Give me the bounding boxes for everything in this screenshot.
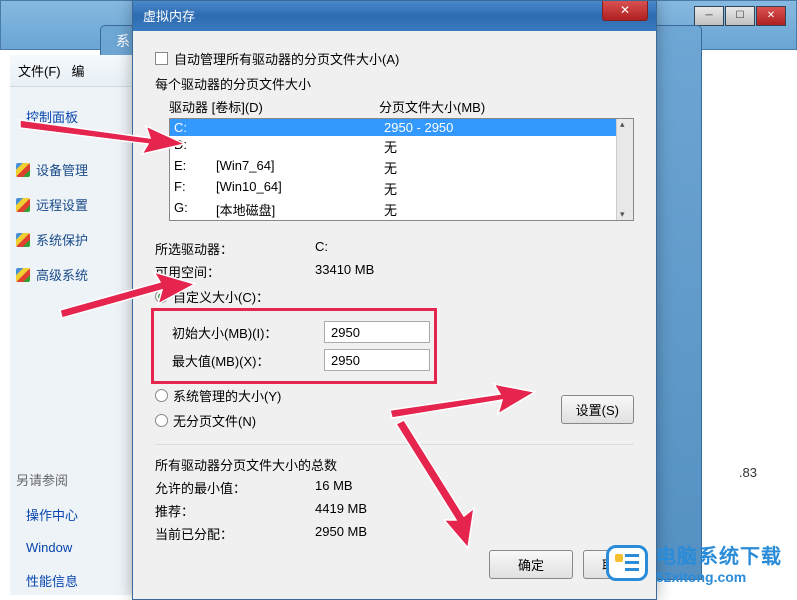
drive-column-header: 驱动器 [卷标](D) — [169, 97, 379, 116]
version-text: .83 — [739, 465, 757, 480]
dialog-title: 虚拟内存 — [143, 9, 195, 24]
edit-menu[interactable]: 编 — [71, 64, 84, 79]
min-allowed-label: 允许的最小值： — [155, 478, 315, 497]
right-panel: .83 — [707, 80, 787, 510]
sidebar-advanced[interactable]: 高级系统 — [10, 257, 144, 292]
minimize-button[interactable]: ─ — [694, 6, 724, 26]
system-window-title: 系 — [116, 31, 130, 51]
free-space-label: 可用空间： — [155, 262, 315, 281]
selected-drive-label: 所选驱动器： — [155, 239, 315, 258]
recommended-value: 4419 MB — [315, 501, 367, 520]
see-also-label: 另请参阅 — [10, 462, 144, 497]
free-space-value: 33410 MB — [315, 262, 374, 281]
watermark-cn: 电脑系统下载 — [656, 540, 782, 569]
set-button[interactable]: 设置(S) — [561, 395, 634, 424]
min-allowed-value: 16 MB — [315, 478, 353, 497]
max-size-label: 最大值(MB)(X)： — [172, 351, 324, 370]
sidebar-action-center[interactable]: 操作中心 — [10, 497, 144, 532]
shield-icon — [16, 163, 30, 177]
sidebar-remote[interactable]: 远程设置 — [10, 187, 144, 222]
sidebar-windows[interactable]: Window — [10, 532, 144, 563]
pagesize-column-header: 分页文件大小(MB) — [379, 97, 485, 116]
maximize-button[interactable]: ☐ — [725, 6, 755, 26]
totals-header: 所有驱动器分页文件大小的总数 — [155, 455, 634, 474]
system-managed-label: 系统管理的大小(Y) — [173, 386, 281, 405]
auto-manage-checkbox[interactable] — [155, 52, 168, 65]
drive-row-f[interactable]: F:[Win10_64]无 — [170, 178, 616, 199]
current-value: 2950 MB — [315, 524, 367, 543]
current-label: 当前已分配： — [155, 524, 315, 543]
far-window-controls: ─ ☐ ✕ — [694, 6, 786, 26]
sidebar-perf-info[interactable]: 性能信息 — [10, 563, 144, 598]
sidebar-device-manager[interactable]: 设备管理 — [10, 152, 144, 187]
close-icon[interactable]: ✕ — [602, 1, 648, 21]
left-sidebar: 文件(F) 编 控制面板 设备管理 远程设置 系统保护 高级系统 另请参阅 操作… — [10, 55, 145, 595]
virtual-memory-dialog: 虚拟内存 ✕ 自动管理所有驱动器的分页文件大小(A) 每个驱动器的分页文件大小 … — [132, 0, 657, 600]
initial-size-input[interactable] — [324, 321, 430, 343]
watermark: 电脑系统下载 52xitong.com — [606, 540, 782, 585]
custom-size-radio[interactable] — [155, 290, 168, 303]
per-drive-label: 每个驱动器的分页文件大小 — [155, 74, 634, 93]
drive-row-c[interactable]: C:2950 - 2950 — [170, 119, 616, 136]
sidebar-protection[interactable]: 系统保护 — [10, 222, 144, 257]
no-paging-radio[interactable] — [155, 414, 168, 427]
selected-drive-value: C: — [315, 239, 328, 258]
close-button[interactable]: ✕ — [756, 6, 786, 26]
drive-list[interactable]: C:2950 - 2950 D:无 E:[Win7_64]无 F:[Win10_… — [169, 118, 634, 221]
max-size-input[interactable] — [324, 349, 430, 371]
initial-size-label: 初始大小(MB)(I)： — [172, 323, 324, 342]
recommended-label: 推荐： — [155, 501, 315, 520]
drive-row-g[interactable]: G:[本地磁盘]无 — [170, 199, 616, 220]
ok-button[interactable]: 确定 — [489, 550, 573, 579]
system-managed-radio[interactable] — [155, 389, 168, 402]
drive-row-d[interactable]: D:无 — [170, 136, 616, 157]
file-menu[interactable]: 文件(F) — [18, 64, 61, 79]
shield-icon — [16, 198, 30, 212]
file-menu-bar: 文件(F) 编 — [10, 55, 144, 87]
dialog-titlebar[interactable]: 虚拟内存 ✕ — [133, 1, 656, 31]
shield-icon — [16, 233, 30, 247]
auto-manage-label: 自动管理所有驱动器的分页文件大小(A) — [174, 49, 399, 68]
sidebar-control-panel[interactable]: 控制面板 — [10, 99, 144, 134]
watermark-icon — [606, 545, 648, 581]
shield-icon — [16, 268, 30, 282]
scrollbar[interactable] — [616, 119, 633, 220]
custom-size-label: 自定义大小(C)： — [173, 287, 269, 306]
no-paging-label: 无分页文件(N) — [173, 411, 256, 430]
drive-row-e[interactable]: E:[Win7_64]无 — [170, 157, 616, 178]
watermark-en: 52xitong.com — [656, 569, 782, 585]
